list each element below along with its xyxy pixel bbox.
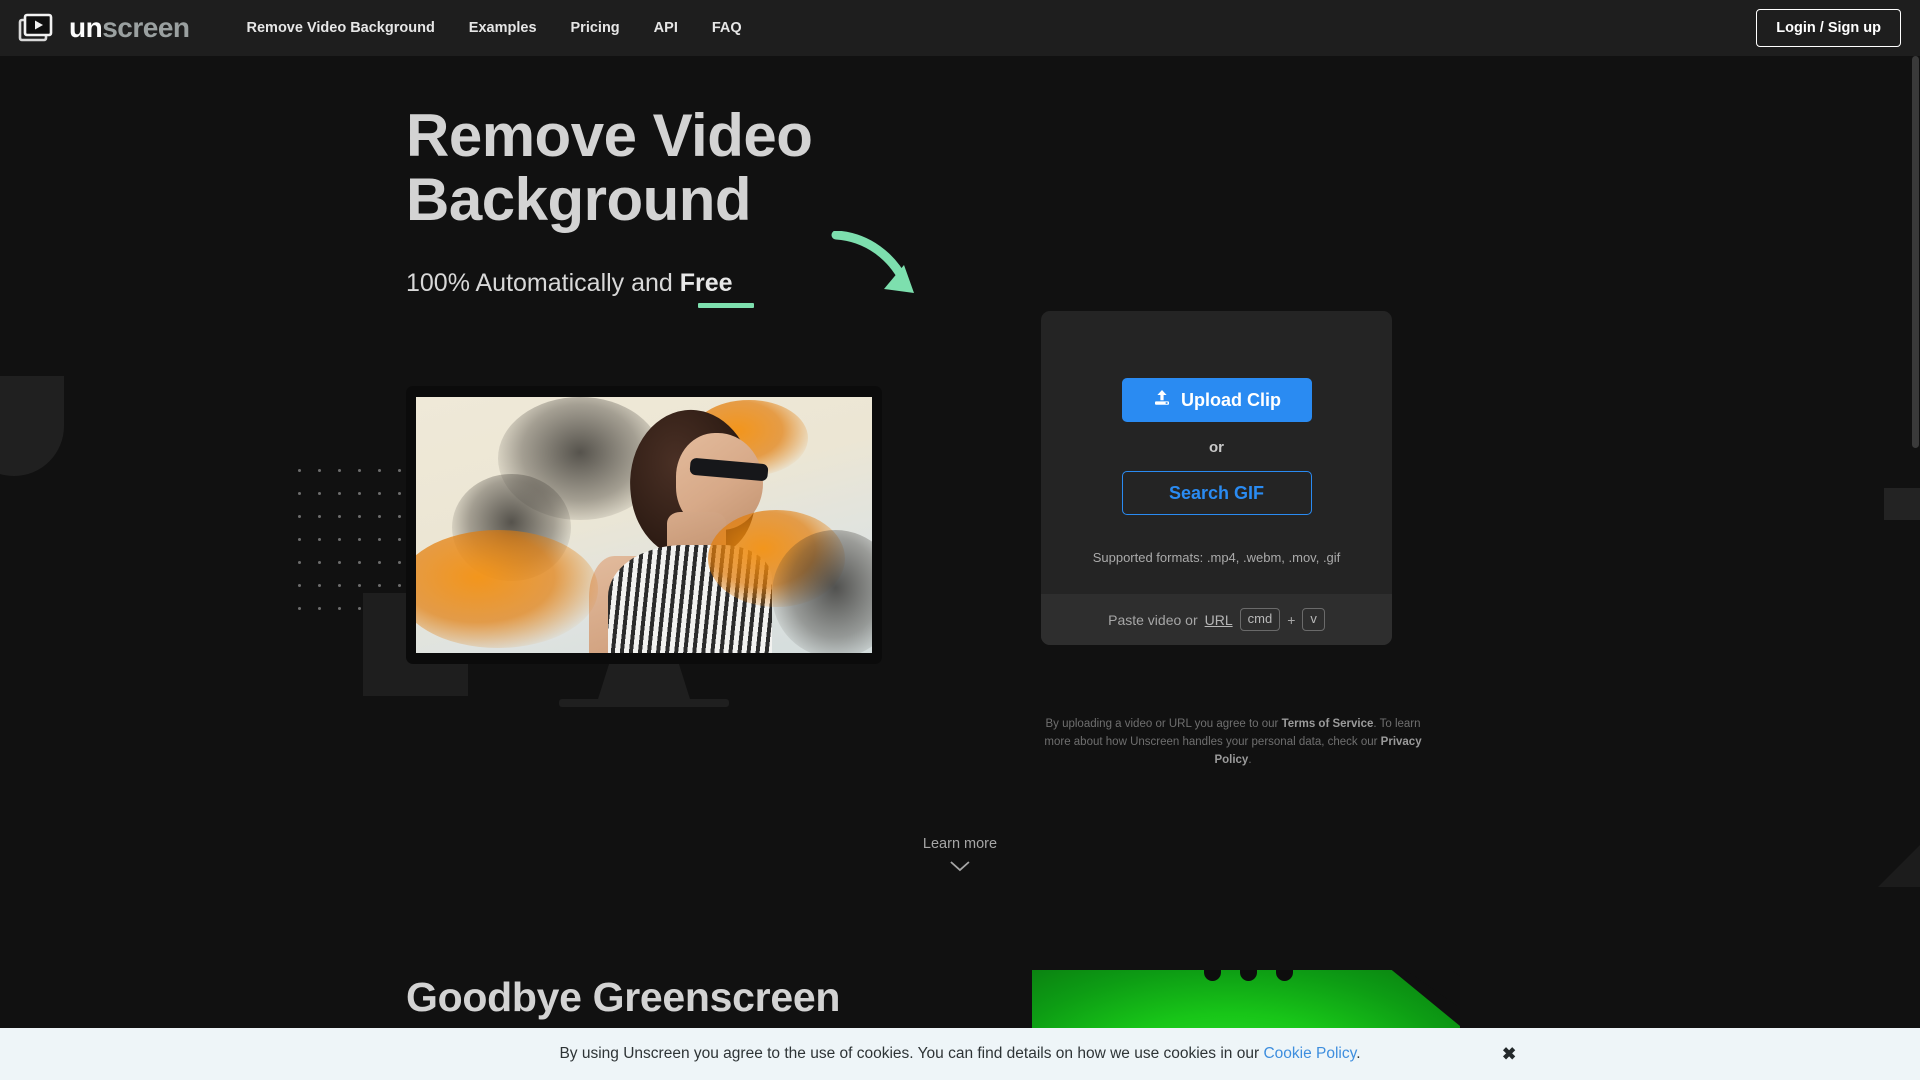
- login-signup-button[interactable]: Login / Sign up: [1756, 9, 1901, 47]
- cookie-policy-link[interactable]: Cookie Policy: [1263, 1045, 1356, 1062]
- terms-line2-prefix: how Unscreen handles your personal data,…: [1105, 735, 1381, 748]
- cookie-text-after: .: [1356, 1045, 1361, 1062]
- subtitle-emphasis-free: Free: [679, 269, 733, 297]
- studio-light-icon: [1240, 970, 1257, 981]
- free-underline-accent: [698, 303, 754, 308]
- page-scrollbar[interactable]: [1911, 56, 1920, 1080]
- monitor-stand-base: [559, 699, 729, 707]
- nav-link-pricing[interactable]: Pricing: [571, 20, 620, 36]
- logo-text-screen: screen: [102, 12, 190, 43]
- cookie-text-before: By using Unscreen you agree to the use o…: [559, 1045, 1264, 1062]
- upload-card-body: Upload Clip or Search GIF Supported form…: [1041, 311, 1392, 594]
- play-frames-icon: [18, 12, 58, 44]
- learn-more-label: Learn more: [922, 836, 998, 852]
- terms-disclaimer: By uploading a video or URL you agree to…: [1038, 716, 1428, 769]
- upload-to-device-icon: [1152, 388, 1172, 413]
- main-navigation: Remove Video Background Examples Pricing…: [247, 20, 742, 36]
- video-preview: [416, 397, 872, 653]
- key-cmd: cmd: [1239, 608, 1281, 631]
- subtitle-prefix: 100% Automatically and: [406, 269, 680, 297]
- paste-url-link[interactable]: URL: [1205, 612, 1233, 628]
- upload-clip-label: Upload Clip: [1181, 389, 1281, 410]
- page-title: Remove Video Background: [406, 104, 926, 231]
- supported-formats-note: Supported formats: .mp4, .webm, .mov, .g…: [1092, 550, 1341, 565]
- terms-line1-prefix: By uploading a video or URL you agree to…: [1045, 718, 1282, 730]
- headline-line-2: Background: [406, 165, 752, 233]
- green-curved-arrow-icon: [830, 230, 930, 311]
- cookie-banner-text: By using Unscreen you agree to the use o…: [559, 1045, 1360, 1063]
- logo[interactable]: unscreen: [18, 12, 190, 44]
- scrollbar-thumb[interactable]: [1912, 56, 1919, 448]
- terms-line2-suffix: .: [1248, 753, 1252, 766]
- paste-hint-bar[interactable]: Paste video or URL cmd + v: [1041, 594, 1392, 645]
- section-title: Goodbye Greenscreen: [406, 974, 841, 1020]
- page-root: unscreen Remove Video Background Example…: [0, 0, 1920, 1080]
- studio-light-icon: [1204, 970, 1221, 981]
- logo-text-un: un: [69, 12, 103, 43]
- terms-of-service-link[interactable]: Terms of Service: [1282, 718, 1374, 730]
- chevron-down-icon: [949, 859, 971, 877]
- hero-section: Remove Video Background 100% Automatical…: [0, 56, 1920, 956]
- monitor-bezel: [406, 386, 882, 664]
- close-icon[interactable]: ✖: [1502, 1046, 1516, 1063]
- headline-line-1: Remove Video: [406, 102, 813, 169]
- hero-subtitle: 100% Automatically and Free: [406, 269, 733, 298]
- key-v: v: [1302, 608, 1325, 631]
- studio-light-icon: [1276, 970, 1293, 981]
- paste-hint-prefix: Paste video or: [1108, 611, 1198, 628]
- upload-card: Upload Clip or Search GIF Supported form…: [1041, 311, 1392, 645]
- nav-link-api[interactable]: API: [654, 20, 678, 36]
- monitor-mockup: [406, 386, 882, 726]
- monitor-stand-neck: [598, 664, 690, 699]
- cookie-consent-banner: By using Unscreen you agree to the use o…: [0, 1028, 1920, 1080]
- nav-link-remove-video-background[interactable]: Remove Video Background: [247, 20, 435, 36]
- nav-link-faq[interactable]: FAQ: [712, 20, 742, 36]
- upload-clip-button[interactable]: Upload Clip: [1121, 378, 1312, 422]
- search-gif-button[interactable]: Search GIF: [1121, 471, 1312, 515]
- nav-link-examples[interactable]: Examples: [469, 20, 537, 36]
- learn-more-button[interactable]: Learn more: [923, 836, 997, 877]
- site-header: unscreen Remove Video Background Example…: [0, 0, 1920, 56]
- or-separator-label: or: [1209, 439, 1224, 456]
- key-plus-sign: +: [1287, 611, 1296, 628]
